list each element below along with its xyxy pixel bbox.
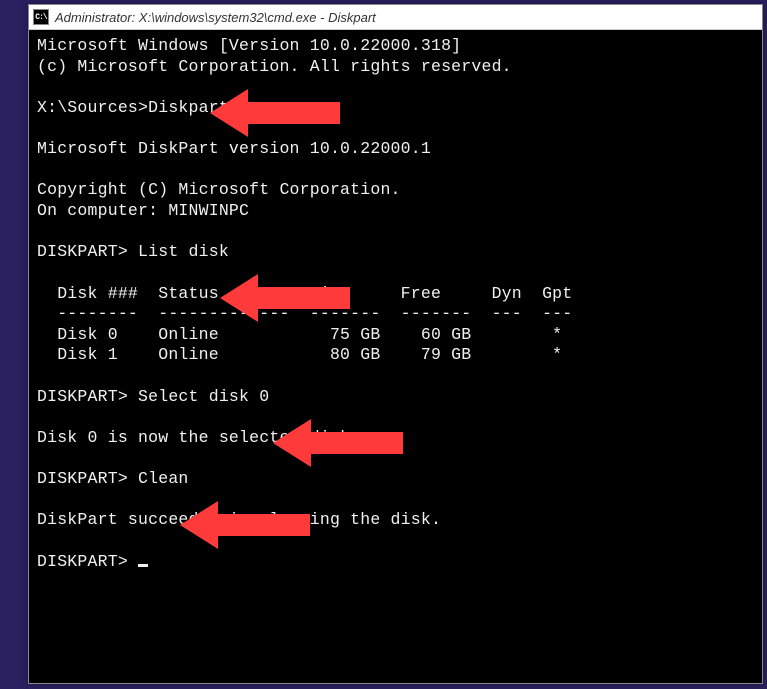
cursor	[138, 564, 148, 567]
titlebar[interactable]: C:\ Administrator: X:\windows\system32\c…	[29, 5, 762, 30]
window-title: Administrator: X:\windows\system32\cmd.e…	[55, 10, 376, 25]
command-prompt-window: C:\ Administrator: X:\windows\system32\c…	[28, 4, 763, 684]
terminal-output[interactable]: Microsoft Windows [Version 10.0.22000.31…	[29, 30, 762, 683]
cmd-icon: C:\	[33, 9, 49, 25]
